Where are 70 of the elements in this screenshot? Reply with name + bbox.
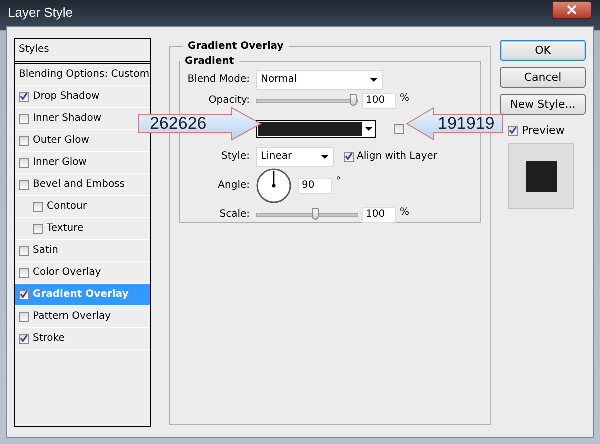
slider-thumb[interactable] bbox=[350, 94, 357, 106]
checkbox[interactable] bbox=[19, 136, 29, 146]
dialog-button[interactable]: Cancel bbox=[500, 67, 586, 88]
dialog-button[interactable]: New Style... bbox=[500, 94, 586, 115]
close-icon bbox=[567, 5, 577, 15]
caret-icon bbox=[365, 126, 373, 130]
unit-label: % bbox=[400, 93, 410, 106]
item-label: Satin bbox=[33, 245, 59, 256]
value-field[interactable]: 100 bbox=[362, 206, 396, 222]
item-label: Color Overlay bbox=[33, 267, 102, 278]
style-list-item[interactable]: Stroke bbox=[15, 328, 150, 350]
callout-text: 191919 bbox=[438, 115, 495, 133]
style-list-item[interactable]: Pattern Overlay bbox=[15, 306, 150, 328]
item-label: Stroke bbox=[33, 333, 65, 344]
style-list-item[interactable]: Blending Options: Custom bbox=[15, 64, 150, 86]
gradient-picker[interactable] bbox=[256, 120, 376, 138]
style-list-item[interactable]: Bevel and Emboss bbox=[15, 174, 150, 196]
item-label: Pattern Overlay bbox=[33, 311, 112, 322]
field-label: Scale: bbox=[218, 209, 251, 220]
style-list-item[interactable]: Inner Glow bbox=[15, 152, 150, 174]
checkbox-label: Align with Layer bbox=[357, 151, 438, 162]
checkbox[interactable] bbox=[394, 124, 404, 134]
item-label: Contour bbox=[47, 201, 87, 212]
checkbox-label: Preview bbox=[522, 124, 565, 137]
value-field[interactable]: 100 bbox=[362, 92, 396, 108]
unit-label: % bbox=[400, 207, 410, 220]
dialog-button[interactable]: OK bbox=[500, 40, 586, 61]
checkbox[interactable] bbox=[19, 334, 29, 344]
item-label: Texture bbox=[47, 223, 84, 234]
slider-thumb[interactable] bbox=[312, 208, 319, 220]
field-label: Angle: bbox=[217, 180, 251, 191]
checkbox[interactable] bbox=[19, 114, 29, 124]
value-field[interactable]: 90 bbox=[298, 178, 332, 194]
item-label: Inner Shadow bbox=[33, 113, 102, 124]
item-label: Gradient Overlay bbox=[33, 289, 129, 300]
checkbox[interactable] bbox=[19, 180, 29, 190]
style-list-item[interactable]: Contour bbox=[15, 196, 150, 218]
window-title: Layer Style bbox=[8, 4, 74, 20]
checkbox[interactable] bbox=[19, 92, 29, 102]
close-button[interactable] bbox=[552, 1, 592, 19]
checkbox[interactable] bbox=[19, 246, 29, 256]
checkbox[interactable] bbox=[33, 224, 43, 234]
checkbox[interactable] bbox=[508, 126, 518, 136]
checkbox[interactable] bbox=[33, 202, 43, 212]
group-title: Gradient Overlay bbox=[187, 41, 285, 52]
item-label: Bevel and Emboss bbox=[33, 179, 125, 190]
group-title: Gradient bbox=[184, 56, 236, 67]
checkbox[interactable] bbox=[19, 268, 29, 278]
dropdown[interactable]: Linear bbox=[256, 146, 334, 166]
style-list-item[interactable]: Texture bbox=[15, 218, 150, 240]
item-label: Outer Glow bbox=[33, 135, 90, 146]
field-label: Style: bbox=[220, 151, 251, 162]
dropdown[interactable]: Normal bbox=[256, 70, 383, 90]
caret-icon bbox=[370, 78, 378, 82]
checkbox[interactable] bbox=[344, 152, 354, 162]
field-label: Opacity: bbox=[208, 95, 251, 106]
callout-text: 262626 bbox=[150, 115, 207, 133]
style-list-item[interactable]: Satin bbox=[15, 240, 150, 262]
panel-header: Styles bbox=[15, 39, 150, 64]
item-label: Drop Shadow bbox=[33, 91, 100, 102]
style-list-item[interactable]: Drop Shadow bbox=[15, 86, 150, 108]
checkbox[interactable] bbox=[19, 158, 29, 168]
checkbox[interactable] bbox=[19, 290, 29, 300]
caret-icon bbox=[321, 154, 329, 158]
item-label: Inner Glow bbox=[33, 157, 87, 168]
angle-dial[interactable] bbox=[256, 168, 292, 204]
checkbox[interactable] bbox=[19, 312, 29, 322]
unit-label: ° bbox=[336, 176, 341, 189]
preview-square bbox=[526, 160, 556, 192]
field-label: Blend Mode: bbox=[186, 74, 251, 85]
